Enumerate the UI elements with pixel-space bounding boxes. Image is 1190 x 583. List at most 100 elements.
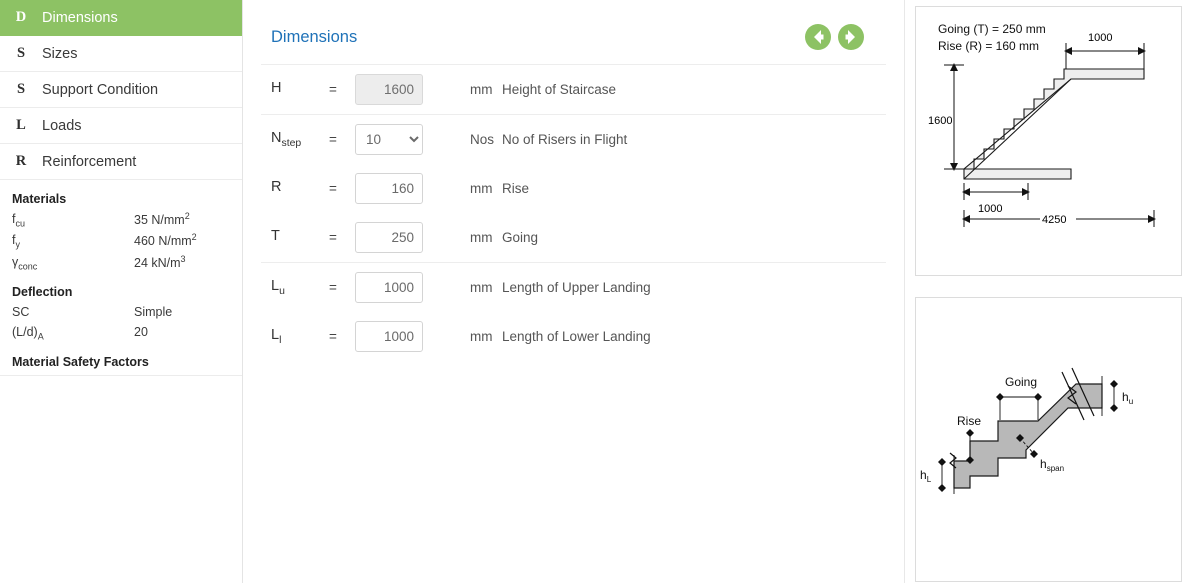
row-equals: = <box>329 230 337 245</box>
sidebar-summary: Materials fcu 35 N/mm2 fy 460 N/mm2 γcon… <box>0 180 242 369</box>
sizes-letter-icon: S <box>16 45 26 61</box>
row-control <box>355 222 440 253</box>
sidebar-item-support-condition[interactable]: S Support Condition <box>0 72 242 108</box>
arrow-right-icon <box>845 30 855 44</box>
row-control <box>355 173 440 204</box>
sidebar-item-label: Dimensions <box>42 9 118 26</box>
sidebar: D Dimensions S Sizes S Support Condition… <box>0 0 243 583</box>
staircase-section-diagram: Going Rise hu hL hspan <box>920 367 1133 494</box>
form-row-T: T = mm Going <box>261 213 886 262</box>
deflection-heading: Deflection <box>12 285 73 300</box>
row-unit: Nos <box>470 132 495 147</box>
stair-design-app: D Dimensions S Sizes S Support Condition… <box>0 0 1190 583</box>
material-key: fy <box>12 233 20 250</box>
materials-heading: Materials <box>12 192 67 206</box>
loads-letter-icon: L <box>16 117 26 133</box>
material-row-gamma-conc: γconc 24 kN/m3 <box>12 253 242 274</box>
support-condition-letter-icon: S <box>16 81 26 97</box>
reinforcement-letter-icon: R <box>15 153 27 169</box>
form-group-landings: Lu = mm Length of Upper Landing Ll = mm … <box>261 263 886 361</box>
rise-input[interactable] <box>355 173 423 204</box>
sidebar-item-label: Support Condition <box>42 81 159 98</box>
sidebar-item-label: Reinforcement <box>42 153 137 170</box>
page-title: Dimensions <box>271 27 358 46</box>
deflection-key: SC <box>12 305 30 320</box>
next-step-button[interactable] <box>838 24 864 50</box>
row-unit: mm <box>470 329 493 344</box>
material-safety-factors-heading: Material Safety Factors <box>12 355 149 370</box>
dimensions-letter-icon: D <box>15 9 27 25</box>
row-control <box>355 321 440 352</box>
row-description: Rise <box>502 181 530 196</box>
material-key: γconc <box>12 254 38 272</box>
form-row-Lu: Lu = mm Length of Upper Landing <box>261 263 886 312</box>
sidebar-item-loads[interactable]: L Loads <box>0 108 242 144</box>
diagram-column: Going (T) = 250 mm Rise (R) = 160 mm 160… <box>905 0 1190 583</box>
row-symbol: R <box>271 179 282 196</box>
deflection-key: (L/d)A <box>12 324 44 342</box>
hl-label: hL <box>920 468 932 484</box>
material-value: 460 N/mm2 <box>134 232 197 249</box>
sidebar-item-label: Loads <box>42 117 82 134</box>
total-length-dimension-label: 4250 <box>1042 214 1066 226</box>
form-group-height: H = mm Height of Staircase <box>261 65 886 115</box>
going-label: Going <box>1005 375 1037 389</box>
panel-header: Dimensions <box>261 0 886 65</box>
form-row-Nstep: Nstep = 10 Nos No of Risers in Flight <box>261 115 886 164</box>
previous-step-button[interactable] <box>805 24 831 50</box>
material-value: 35 N/mm2 <box>134 211 190 228</box>
going-note: Going (T) = 250 mm <box>938 22 1046 36</box>
sidebar-item-label: Sizes <box>42 45 78 62</box>
row-equals: = <box>329 132 337 147</box>
form-row-H: H = mm Height of Staircase <box>261 65 886 114</box>
deflection-row-ld: (L/d)A 20 <box>12 323 242 344</box>
lower-landing-dimension-label: 1000 <box>978 203 1002 215</box>
step-navigation <box>805 24 886 50</box>
material-row-fcu: fcu 35 N/mm2 <box>12 210 242 231</box>
material-value: 24 kN/m3 <box>134 253 186 271</box>
rise-label: Rise <box>957 414 981 428</box>
height-dimension-label: 1600 <box>928 115 952 127</box>
going-input[interactable] <box>355 222 423 253</box>
staircase-elevation-diagram: Going (T) = 250 mm Rise (R) = 160 mm 160… <box>928 22 1156 227</box>
main-panel: Dimensions H = 1600 mm Height of Stairca… <box>243 0 905 583</box>
row-unit: mm <box>470 230 493 245</box>
height-input[interactable] <box>355 74 423 105</box>
material-key: fcu <box>12 212 25 229</box>
material-row-fy: fy 460 N/mm2 <box>12 231 242 252</box>
row-symbol: T <box>271 228 280 245</box>
hspan-label: hspan <box>1040 457 1064 473</box>
row-equals: = <box>329 329 337 344</box>
sidebar-divider <box>0 375 242 376</box>
upper-landing-input[interactable] <box>355 272 423 303</box>
row-description: Length of Lower Landing <box>502 329 651 344</box>
row-control <box>355 272 440 303</box>
deflection-value: 20 <box>134 324 148 339</box>
elevation-diagram-panel: Going (T) = 250 mm Rise (R) = 160 mm 160… <box>915 6 1182 276</box>
sidebar-item-dimensions[interactable]: D Dimensions <box>0 0 242 36</box>
row-description: Going <box>502 230 539 245</box>
sidebar-item-reinforcement[interactable]: R Reinforcement <box>0 144 242 180</box>
hu-label: hu <box>1122 390 1133 406</box>
form-row-Ll: Ll = mm Length of Lower Landing <box>261 312 886 361</box>
row-symbol: Ll <box>271 327 282 346</box>
lower-landing-input[interactable] <box>355 321 423 352</box>
deflection-value: Simple <box>134 305 173 320</box>
row-symbol: Lu <box>271 278 285 297</box>
row-control: 10 <box>355 124 440 155</box>
row-description: Height of Staircase <box>502 82 617 97</box>
row-equals: = <box>329 82 337 97</box>
upper-landing-dimension-label: 1000 <box>1088 32 1112 44</box>
form-group-steps: Nstep = 10 Nos No of Risers in Flight R … <box>261 115 886 263</box>
row-unit: mm <box>470 181 493 196</box>
row-symbol: H <box>271 80 282 97</box>
sidebar-item-sizes[interactable]: S Sizes <box>0 36 242 72</box>
row-equals: = <box>329 181 337 196</box>
row-symbol: Nstep <box>271 130 302 149</box>
row-description: No of Risers in Flight <box>502 132 628 147</box>
risers-select[interactable]: 10 <box>355 124 423 155</box>
row-equals: = <box>329 280 337 295</box>
arrow-left-icon <box>814 30 824 44</box>
rise-note: Rise (R) = 160 mm <box>938 39 1039 53</box>
row-control <box>355 74 440 105</box>
